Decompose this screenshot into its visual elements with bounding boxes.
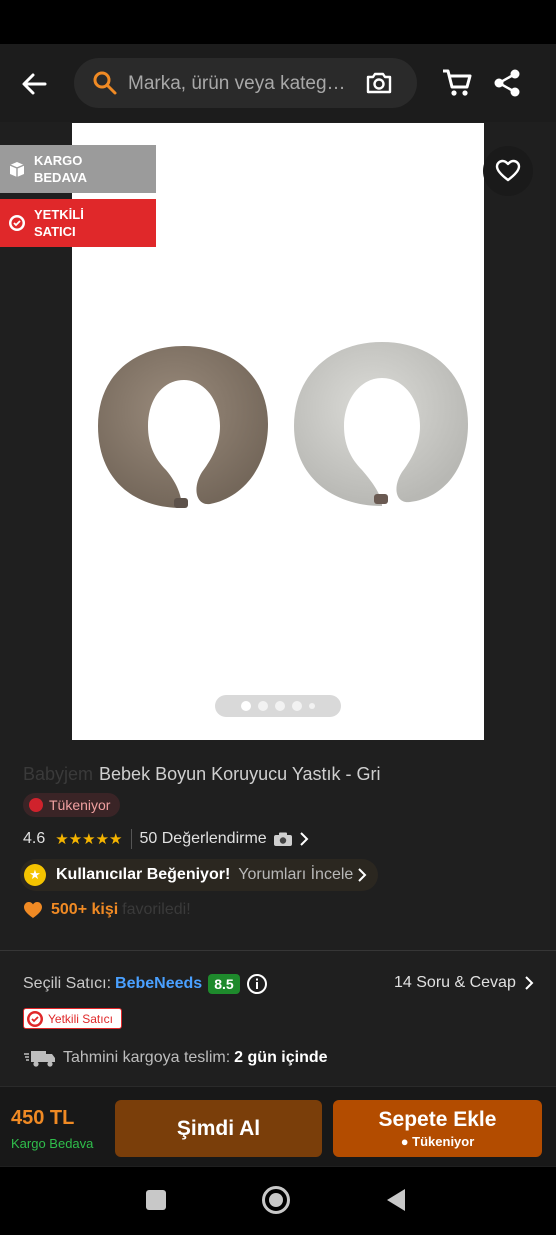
status-bar	[0, 0, 556, 44]
buy-now-button[interactable]: Şimdi Al	[115, 1100, 322, 1157]
top-bar: Marka, ürün veya kateg…	[0, 44, 556, 122]
authorized-label-1: YETKİLİ	[34, 207, 84, 222]
rating-value: 4.6	[23, 830, 46, 847]
favorites-suffix: favoriledi!	[122, 901, 191, 918]
free-shipping-label-1: KARGO	[34, 153, 83, 168]
authorized-seller-tag: Yetkili Satıcı	[23, 1008, 122, 1029]
cart-icon	[443, 69, 472, 96]
section-divider	[0, 950, 556, 951]
carousel-indicator	[215, 695, 341, 717]
carousel-dot	[309, 703, 315, 709]
shipping-label: Tahmini kargoya teslim:	[63, 1049, 231, 1066]
box-icon	[9, 162, 25, 177]
review-count: 50 Değerlendirme	[139, 830, 267, 847]
share-button[interactable]	[493, 68, 521, 103]
authorized-label-2: SATICI	[34, 224, 76, 239]
stock-status-badge: Tükeniyor	[23, 793, 121, 817]
qa-link[interactable]: 14 Soru & Cevap	[394, 974, 534, 992]
search-input[interactable]: Marka, ürün veya kateg…	[74, 58, 417, 108]
authorized-seller-label: Yetkili Satıcı	[48, 1011, 113, 1026]
free-shipping-badge: KARGO BEDAVA	[0, 145, 156, 193]
heart-orange-icon	[24, 902, 42, 918]
add-to-cart-stock: ● Tükeniyor	[400, 1134, 475, 1149]
users-like-banner[interactable]: ★ Kullanıcılar Beğeniyor! Yorumları İnce…	[20, 859, 378, 891]
reviews-link[interactable]: Yorumları İncele	[238, 866, 353, 884]
star-icon: ★	[24, 864, 46, 886]
info-icon[interactable]	[246, 973, 268, 995]
chevron-right-icon	[358, 868, 367, 882]
favorites-count-row: 500+ kişi favoriledi!	[23, 901, 191, 919]
seller-score-badge: 8.5	[208, 974, 240, 994]
nav-back-icon[interactable]	[385, 1187, 407, 1213]
search-placeholder: Marka, ürün veya kateg…	[128, 73, 346, 94]
back-arrow-icon	[22, 73, 47, 95]
camera-small-icon	[273, 832, 292, 846]
product-title-row: Babyjem Bebek Boyun Koruyucu Yastık - Gri	[23, 764, 381, 785]
favorites-count: 500+ kişi	[51, 901, 119, 918]
seller-row: Seçili Satıcı: BebeNeeds 8.5	[23, 973, 268, 995]
chevron-right-icon	[525, 976, 534, 990]
rating-row[interactable]: 4.6 ★★★★★ 50 Değerlendirme	[23, 829, 309, 849]
add-to-cart-button[interactable]: Sepete Ekle ● Tükeniyor	[333, 1100, 542, 1157]
cart-button[interactable]	[441, 68, 473, 103]
price: 450 TL	[11, 1107, 75, 1129]
share-icon	[494, 69, 520, 97]
favorite-button[interactable]	[483, 146, 533, 196]
back-button[interactable]	[16, 66, 52, 102]
carousel-dot-active	[241, 701, 251, 711]
product-title: Bebek Boyun Koruyucu Yastık - Gri	[99, 764, 381, 784]
add-to-cart-label: Sepete Ekle	[378, 1108, 497, 1131]
product-photo	[98, 342, 468, 508]
shipping-days: 2 gün içinde	[234, 1049, 328, 1066]
camera-icon[interactable]	[365, 70, 393, 96]
carousel-dot	[258, 701, 268, 711]
stock-dot-icon	[29, 798, 43, 812]
brand-name[interactable]: Babyjem	[23, 764, 93, 784]
chevron-right-icon	[299, 832, 309, 846]
authorized-seller-badge: YETKİLİ SATICI	[0, 199, 156, 247]
seller-label: Seçili Satıcı:	[23, 975, 112, 992]
bottom-action-bar: 450 TL Kargo Bedava Şimdi Al Sepete Ekle…	[0, 1086, 556, 1166]
verified-icon	[27, 1010, 43, 1027]
stock-status: Tükeniyor	[49, 797, 111, 813]
qa-label: 14 Soru & Cevap	[394, 974, 516, 991]
nav-recents-icon[interactable]	[145, 1189, 167, 1211]
heart-icon	[495, 159, 521, 182]
nav-home-icon[interactable]	[261, 1185, 291, 1215]
shipping-estimate-row: Tahmini kargoya teslim: 2 gün içinde	[23, 1048, 328, 1068]
search-icon	[93, 71, 117, 95]
free-shipping-label-2: BEDAVA	[34, 170, 87, 185]
rating-stars: ★★★★★	[55, 831, 123, 848]
divider	[130, 829, 132, 849]
carousel-dot	[275, 701, 285, 711]
verified-icon	[9, 215, 25, 231]
system-nav-bar	[0, 1167, 556, 1235]
users-like-label: Kullanıcılar Beğeniyor!	[56, 866, 231, 883]
free-shipping-text: Kargo Bedava	[11, 1136, 94, 1151]
seller-name-link[interactable]: BebeNeeds	[115, 975, 202, 993]
carousel-dot	[292, 701, 302, 711]
truck-icon	[24, 1051, 55, 1067]
